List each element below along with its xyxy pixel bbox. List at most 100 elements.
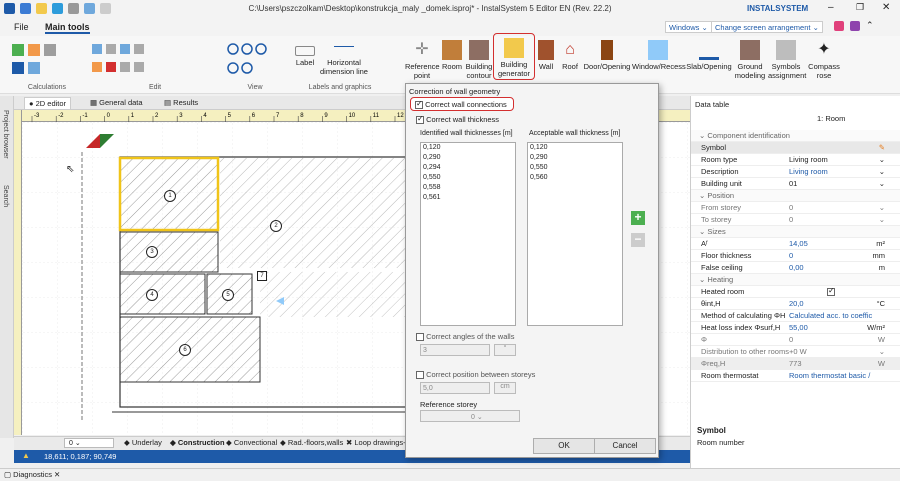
list-item[interactable]: 0,561 xyxy=(421,193,515,203)
project-browser-tab[interactable]: Project browser xyxy=(2,110,9,159)
angle-input[interactable]: 3 xyxy=(420,344,490,356)
heated-room-checkbox[interactable] xyxy=(827,286,835,297)
section-heating[interactable]: ⌄ Heating xyxy=(691,274,900,286)
acceptable-thickness-list[interactable]: 0,120 0,290 0,550 0,560 xyxy=(527,142,623,326)
section-component-identification[interactable]: ⌄ Component identification xyxy=(691,130,900,142)
correct-thickness-checkbox[interactable] xyxy=(416,114,424,125)
tab-2d-editor[interactable]: ● 2D editor xyxy=(24,97,72,109)
maximize-icon[interactable]: ❐ xyxy=(856,2,864,13)
row-area[interactable]: Aᶠ 14,05 m² xyxy=(691,238,900,250)
symbols-assignment-button[interactable]: Symbols assignment xyxy=(768,40,806,80)
row-theta-int[interactable]: θint,H 20,0 °C xyxy=(691,298,900,310)
window-recess-button[interactable]: Window/Recess xyxy=(632,40,686,71)
save-as-icon[interactable] xyxy=(52,3,63,14)
reference-storey-select[interactable]: 0 ⌄ xyxy=(420,410,520,422)
minimize-icon[interactable]: – xyxy=(828,2,834,13)
screen-arrangement-dropdown[interactable]: Change screen arrangement ⌄ xyxy=(711,21,823,33)
storey-select[interactable]: 0 ⌄ xyxy=(64,438,114,448)
cancel-button[interactable]: Cancel xyxy=(594,438,656,454)
view-zoom-tools[interactable] xyxy=(226,42,286,78)
tab-general-data[interactable]: ▦ General data xyxy=(86,97,147,109)
room-tag[interactable]: 1 xyxy=(164,190,176,202)
list-item[interactable]: 0,558 xyxy=(421,183,515,193)
door-opening-button[interactable]: Door/Opening xyxy=(583,40,631,71)
row-floor-thickness[interactable]: Floor thickness 0 mm xyxy=(691,250,900,262)
layer-rad-floors[interactable]: ◆ Rad.-floors,walls xyxy=(280,438,343,447)
row-phi-req[interactable]: Φreq,H 773 W xyxy=(691,358,900,370)
correct-position-checkbox[interactable] xyxy=(416,371,424,380)
room-tag[interactable]: 6 xyxy=(179,344,191,356)
room-tag[interactable]: 2 xyxy=(270,220,282,232)
layer-loop-drawings[interactable]: ✖ Loop drawings-f xyxy=(346,438,406,447)
row-description[interactable]: Description Living room ⌄ xyxy=(691,166,900,178)
correct-position-option[interactable]: Correct position between storeys xyxy=(416,370,535,380)
list-item[interactable]: 0,120 xyxy=(528,143,622,153)
layer-convectional[interactable]: ◆ Convectional xyxy=(226,438,277,447)
list-item[interactable]: 0,550 xyxy=(421,173,515,183)
row-symbol[interactable]: Symbol ✎ xyxy=(691,142,900,154)
collapse-ribbon-icon[interactable]: ⌃ xyxy=(866,20,874,31)
list-item[interactable]: 0,294 xyxy=(421,163,515,173)
row-method[interactable]: Method of calculating ΦH Calculated acc. … xyxy=(691,310,900,322)
label-button[interactable]: Label xyxy=(292,40,318,67)
correct-thickness-option[interactable]: Correct wall thickness xyxy=(416,114,499,125)
windows-dropdown[interactable]: Windows ⌄ xyxy=(665,21,712,33)
section-sizes[interactable]: ⌄ Sizes xyxy=(691,226,900,238)
row-heat-loss-index[interactable]: Heat loss index Φsurf,H 55,00 W/m² xyxy=(691,322,900,334)
identified-thickness-list[interactable]: 0,120 0,290 0,294 0,550 0,558 0,561 xyxy=(420,142,516,326)
help-icon[interactable] xyxy=(834,21,844,31)
undo-icon[interactable] xyxy=(84,3,95,14)
calculations-tools[interactable] xyxy=(10,42,70,78)
room-tag[interactable]: 5 xyxy=(222,289,234,301)
row-to-storey[interactable]: To storey 0 ⌄ xyxy=(691,214,900,226)
building-generator-button[interactable]: Building generator xyxy=(493,33,535,80)
list-item[interactable]: 0,290 xyxy=(528,153,622,163)
list-item[interactable]: 0,550 xyxy=(528,163,622,173)
remove-thickness-button[interactable]: − xyxy=(631,233,645,247)
list-item[interactable]: 0,120 xyxy=(421,143,515,153)
row-room-thermostat[interactable]: Room thermostat Room thermostat basic / xyxy=(691,370,900,382)
row-phi[interactable]: Φ0W xyxy=(691,334,900,346)
search-tab[interactable]: Search xyxy=(2,185,9,207)
reference-point-button[interactable]: ✛ Reference point xyxy=(405,40,440,80)
menu-main-tools[interactable]: Main tools xyxy=(45,22,90,34)
slab-opening-button[interactable]: Slab/Opening xyxy=(686,40,732,71)
row-false-ceiling[interactable]: False ceiling 0,00 m xyxy=(691,262,900,274)
room-tag[interactable]: 4 xyxy=(146,289,158,301)
list-item[interactable]: 0,290 xyxy=(421,153,515,163)
row-heated-room[interactable]: Heated room xyxy=(691,286,900,298)
row-from-storey[interactable]: From storey 0 ⌄ xyxy=(691,202,900,214)
layer-construction[interactable]: ◆ Construction xyxy=(170,438,225,447)
room-button[interactable]: Room xyxy=(440,40,464,71)
print-icon[interactable] xyxy=(68,3,79,14)
diagnostics-tab[interactable]: ▢ Diagnostics ✕ xyxy=(4,470,60,479)
room-tag[interactable]: 3 xyxy=(146,246,158,258)
room-tag[interactable]: 7 xyxy=(257,271,267,281)
ok-button[interactable]: OK xyxy=(533,438,595,454)
ground-modeling-button[interactable]: Ground modeling xyxy=(733,40,767,80)
row-building-unit[interactable]: Building unit 01 ⌄ xyxy=(691,178,900,190)
tab-results[interactable]: ▤ Results xyxy=(160,97,202,109)
correct-angles-checkbox[interactable] xyxy=(416,333,424,342)
correct-angles-option[interactable]: Correct angles of the walls xyxy=(416,332,514,342)
correct-connections-option[interactable]: Correct wall connections xyxy=(410,97,514,111)
position-input[interactable]: 5,0 xyxy=(420,382,490,394)
add-thickness-button[interactable]: + xyxy=(631,211,645,225)
row-room-type[interactable]: Room type Living room ⌄ xyxy=(691,154,900,166)
list-item[interactable]: 0,560 xyxy=(528,173,622,183)
layer-underlay[interactable]: ◆ Underlay xyxy=(124,438,162,447)
horizontal-dimension-button[interactable]: Horizontal dimension line xyxy=(318,40,370,76)
wall-button[interactable]: Wall xyxy=(537,40,555,71)
save-icon[interactable] xyxy=(20,3,31,14)
menu-file[interactable]: File xyxy=(14,22,29,32)
edit-tools[interactable] xyxy=(90,42,210,78)
close-icon[interactable]: ✕ xyxy=(882,2,890,13)
correct-connections-checkbox[interactable] xyxy=(415,99,423,110)
building-contour-button[interactable]: Building contour xyxy=(465,40,493,80)
section-position[interactable]: ⌄ Position xyxy=(691,190,900,202)
warning-icon[interactable]: ▲ xyxy=(22,451,30,460)
roof-button[interactable]: ⌂ Roof xyxy=(558,40,582,71)
redo-icon[interactable] xyxy=(100,3,111,14)
open-folder-icon[interactable] xyxy=(36,3,47,14)
row-distribution[interactable]: Distribution to other rooms +0 W ⌄ xyxy=(691,346,900,358)
